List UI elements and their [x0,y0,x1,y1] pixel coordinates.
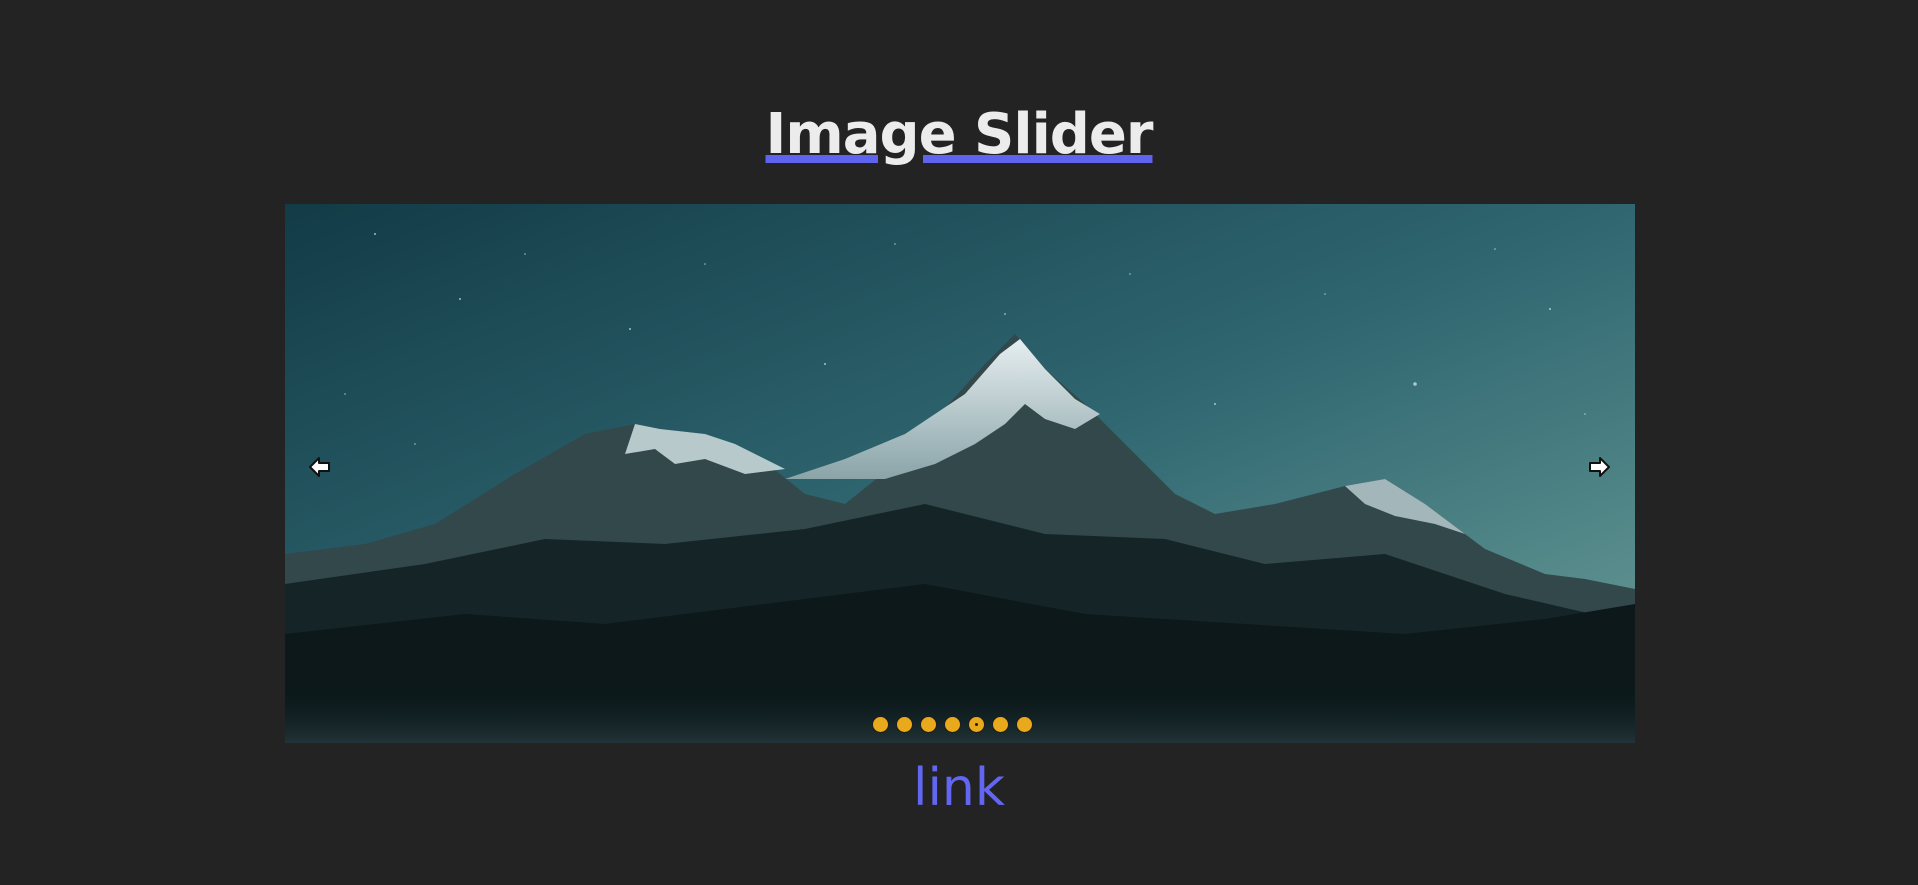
page-title: Image Slider [765,102,1154,167]
arrow-right-icon[interactable] [1587,455,1611,479]
footer-link[interactable]: link [0,755,1918,821]
slider-dot[interactable] [920,716,937,733]
arrow-left-icon[interactable] [308,455,332,479]
slider-dots [872,716,1052,736]
page: Image Slider link [0,0,1918,885]
slider-dot-active[interactable] [968,716,985,733]
slider-dot[interactable] [896,716,913,733]
slide-image [285,204,1635,743]
slider-dot[interactable] [944,716,961,733]
slider-dot[interactable] [872,716,889,733]
image-slider [285,204,1635,743]
slider-dot[interactable] [992,716,1009,733]
slider-dot[interactable] [1016,716,1033,733]
